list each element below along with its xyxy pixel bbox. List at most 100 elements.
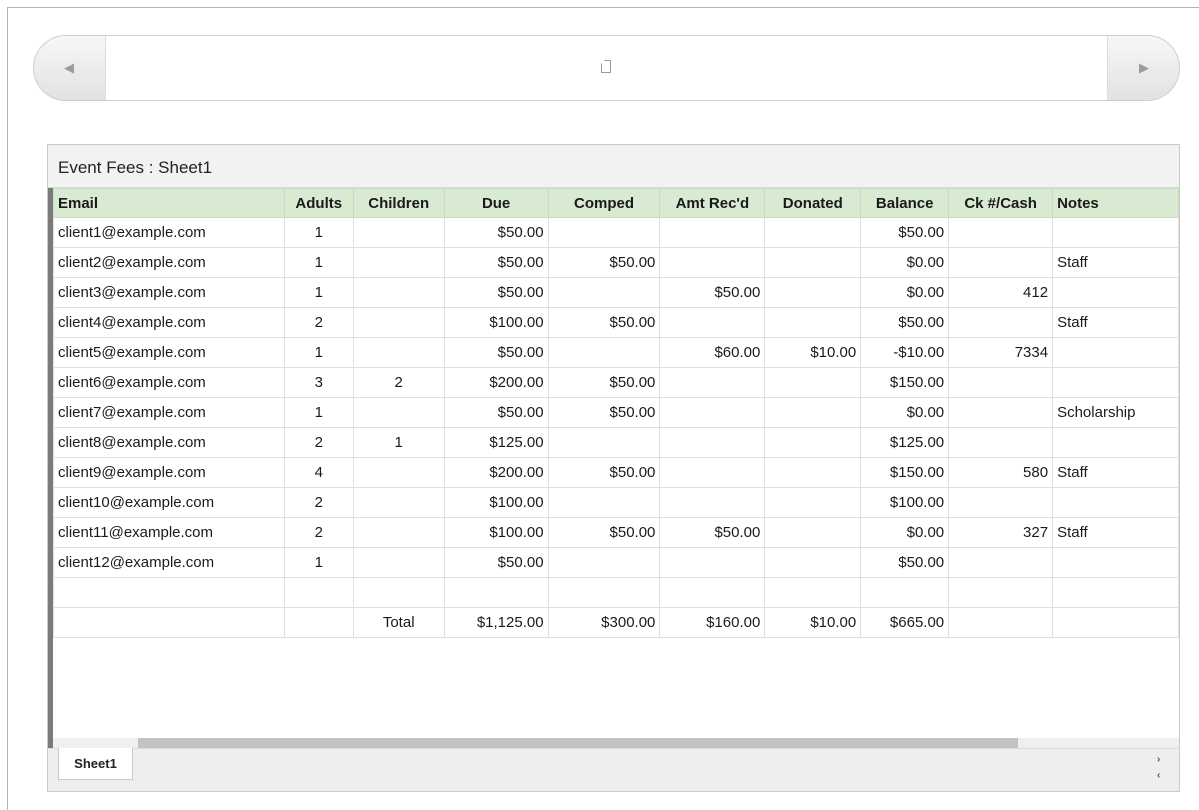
table-cell[interactable] [352,487,445,518]
table-cell[interactable] [659,397,766,428]
table-cell[interactable]: 412 [948,277,1054,308]
table-cell[interactable]: client9@example.com [53,457,285,488]
table-cell[interactable]: $150.00 [860,367,950,398]
table-cell[interactable] [764,397,862,428]
table-cell[interactable]: $50.00 [547,367,661,398]
table-cell[interactable] [547,277,661,308]
table-cell[interactable] [547,217,661,248]
table-cell[interactable]: client12@example.com [53,547,285,578]
table-cell[interactable]: $0.00 [860,517,950,548]
table-cell[interactable]: 1 [283,337,354,368]
table-cell[interactable]: $0.00 [860,277,950,308]
column-header[interactable]: Balance [860,188,950,218]
column-header[interactable]: Notes [1052,188,1179,218]
table-cell[interactable]: $125.00 [860,427,950,458]
table-cell[interactable]: $50.00 [443,337,549,368]
table-cell[interactable]: client10@example.com [53,487,285,518]
table-cell[interactable] [764,577,862,608]
column-header[interactable]: Ck #/Cash [948,188,1054,218]
table-cell[interactable]: $50.00 [443,217,549,248]
table-cell[interactable]: 3 [283,367,354,398]
table-cell[interactable]: client1@example.com [53,217,285,248]
table-cell[interactable]: $10.00 [764,337,862,368]
table-cell[interactable]: client2@example.com [53,247,285,278]
column-header[interactable]: Adults [283,188,354,218]
table-cell[interactable]: $50.00 [659,277,766,308]
table-cell[interactable]: Staff [1052,517,1179,548]
column-header[interactable]: Amt Rec'd [659,188,766,218]
table-cell[interactable] [352,307,445,338]
previous-page-button[interactable]: ◀ [34,36,104,100]
table-cell[interactable] [659,427,766,458]
table-cell[interactable] [1052,277,1179,308]
table-cell[interactable] [352,277,445,308]
table-cell[interactable]: $100.00 [860,487,950,518]
table-cell[interactable] [547,427,661,458]
tab-scroll-right-icon[interactable]: › [1157,755,1167,765]
table-cell[interactable]: client11@example.com [53,517,285,548]
table-cell[interactable] [547,487,661,518]
table-cell[interactable]: $1,125.00 [443,607,549,638]
table-cell[interactable] [53,607,285,638]
next-page-button[interactable]: ▶ [1109,36,1179,100]
table-cell[interactable]: $150.00 [860,457,950,488]
table-cell[interactable]: $50.00 [547,517,661,548]
column-header[interactable]: Children [352,188,445,218]
table-cell[interactable] [352,517,445,548]
table-cell[interactable]: Staff [1052,247,1179,278]
table-cell[interactable] [659,247,766,278]
table-cell[interactable]: $50.00 [443,397,549,428]
table-cell[interactable]: Staff [1052,457,1179,488]
table-cell[interactable]: $0.00 [860,397,950,428]
table-cell[interactable] [948,487,1054,518]
table-cell[interactable]: client7@example.com [53,397,285,428]
table-cell[interactable]: $50.00 [547,307,661,338]
table-cell[interactable]: client5@example.com [53,337,285,368]
table-cell[interactable]: 1 [283,217,354,248]
table-cell[interactable] [443,577,549,608]
tab-scroll-left-icon[interactable]: ‹ [1157,771,1167,781]
table-cell[interactable] [948,247,1054,278]
table-cell[interactable] [659,487,766,518]
table-cell[interactable]: $0.00 [860,247,950,278]
table-cell[interactable]: 4 [283,457,354,488]
table-cell[interactable] [764,247,862,278]
table-cell[interactable] [764,307,862,338]
table-cell[interactable]: 580 [948,457,1054,488]
table-cell[interactable] [764,427,862,458]
table-cell[interactable]: $100.00 [443,517,549,548]
table-cell[interactable] [764,457,862,488]
table-cell[interactable] [352,247,445,278]
table-cell[interactable]: 2 [352,367,445,398]
table-cell[interactable] [352,397,445,428]
table-cell[interactable]: 7334 [948,337,1054,368]
table-cell[interactable]: client4@example.com [53,307,285,338]
table-cell[interactable] [948,427,1054,458]
column-header[interactable]: Email [53,188,285,218]
table-cell[interactable]: $200.00 [443,367,549,398]
table-cell[interactable] [352,457,445,488]
table-cell[interactable] [764,487,862,518]
table-cell[interactable] [53,577,285,608]
table-cell[interactable] [283,577,354,608]
table-cell[interactable]: $125.00 [443,427,549,458]
table-cell[interactable] [352,577,445,608]
table-cell[interactable]: $160.00 [659,607,766,638]
table-cell[interactable]: $10.00 [764,607,862,638]
table-cell[interactable] [659,307,766,338]
table-cell[interactable] [659,217,766,248]
table-cell[interactable]: $50.00 [443,277,549,308]
column-header[interactable]: Due [443,188,549,218]
table-cell[interactable] [1052,547,1179,578]
table-cell[interactable] [352,217,445,248]
table-cell[interactable]: 2 [283,307,354,338]
table-cell[interactable]: $60.00 [659,337,766,368]
table-cell[interactable] [948,397,1054,428]
table-cell[interactable]: 1 [283,547,354,578]
table-cell[interactable] [1052,487,1179,518]
table-cell[interactable] [948,307,1054,338]
table-cell[interactable]: 1 [283,277,354,308]
table-cell[interactable]: 1 [283,397,354,428]
table-cell[interactable]: $665.00 [860,607,950,638]
table-cell[interactable] [659,547,766,578]
